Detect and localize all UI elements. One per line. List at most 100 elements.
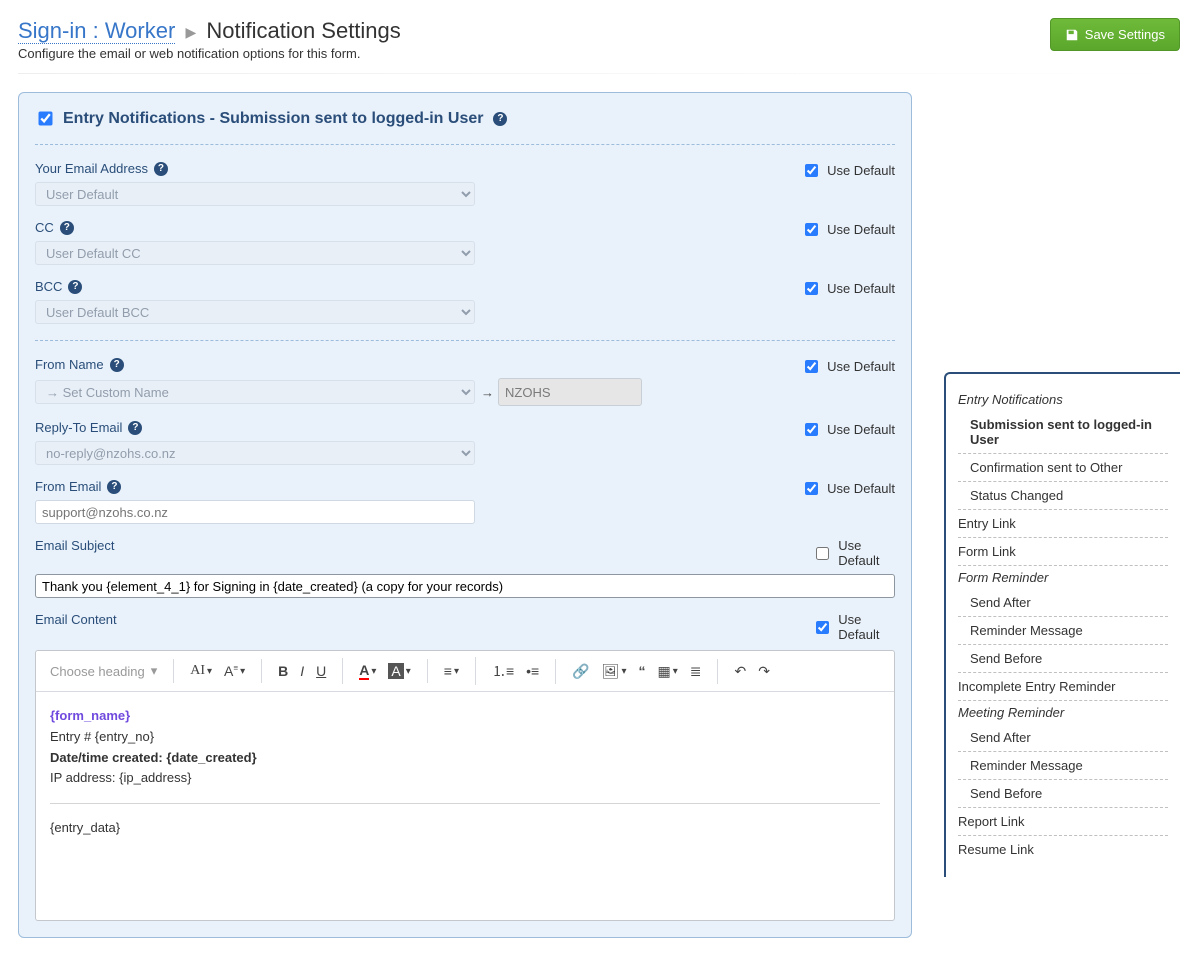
bold-button[interactable]: B <box>272 659 294 683</box>
sidebar-section-meeting-reminder: Meeting Reminder <box>958 701 1168 724</box>
sidebar-item[interactable]: Reminder Message <box>958 617 1168 645</box>
chevron-right-icon: ▶ <box>185 24 196 40</box>
editor-hr <box>50 803 880 804</box>
field-from-name: From Name ? → Set Custom Name → <box>35 357 895 406</box>
use-default-label: Use Default <box>827 222 895 237</box>
from-name-label: From Name <box>35 357 104 372</box>
help-icon[interactable]: ? <box>68 280 82 294</box>
editor-entry-data: {entry_data} <box>50 818 880 839</box>
table-button[interactable]: ▦▾ <box>651 659 683 684</box>
use-default-label: Use Default <box>827 281 895 296</box>
image-button[interactable]: 🖼▾ <box>596 659 633 684</box>
sidebar-item[interactable]: Confirmation sent to Other <box>958 454 1168 482</box>
divider <box>35 340 895 341</box>
header-divider <box>18 73 1180 74</box>
use-default-label: Use Default <box>838 538 895 568</box>
bcc-default-checkbox[interactable] <box>805 282 818 295</box>
reply-to-select[interactable]: no-reply@nzohs.co.nz <box>35 441 475 465</box>
help-icon[interactable]: ? <box>107 480 121 494</box>
undo-button[interactable]: ↶ <box>728 659 752 684</box>
heading-select[interactable]: Choose heading▾ <box>44 659 163 683</box>
from-name-select[interactable]: → Set Custom Name <box>35 380 475 404</box>
font-size-button[interactable]: A≡▾ <box>218 659 251 683</box>
link-button[interactable]: 🔗 <box>566 659 595 684</box>
use-default-label: Use Default <box>838 612 895 642</box>
sidebar-item[interactable]: Form Link <box>958 538 1168 566</box>
font-family-button[interactable]: AI▾ <box>184 659 218 683</box>
help-icon[interactable]: ? <box>493 112 507 126</box>
redo-button[interactable]: ↷ <box>752 659 776 684</box>
sidebar-item[interactable]: Entry Link <box>958 510 1168 538</box>
sidebar-item[interactable]: Report Link <box>958 808 1168 836</box>
underline-button[interactable]: U <box>310 659 332 683</box>
from-email-input[interactable] <box>35 500 475 524</box>
sidebar-section-form-reminder: Form Reminder <box>958 566 1168 589</box>
sidebar-item[interactable]: Send Before <box>958 645 1168 673</box>
panel-enable-checkbox[interactable] <box>38 111 52 125</box>
entry-notifications-panel: Entry Notifications - Submission sent to… <box>18 92 912 938</box>
help-icon[interactable]: ? <box>60 221 74 235</box>
sidebar-item[interactable]: Send After <box>958 724 1168 752</box>
reply-to-default-checkbox[interactable] <box>805 423 818 436</box>
field-subject: Email Subject Use Default <box>35 538 895 568</box>
editor-body[interactable]: {form_name} Entry # {entry_no} Date/time… <box>36 692 894 920</box>
sidebar-item[interactable]: Send Before <box>958 780 1168 808</box>
editor-date-prefix: Date/time created: <box>50 750 166 765</box>
save-button[interactable]: Save Settings <box>1050 18 1180 51</box>
italic-button[interactable]: I <box>294 659 310 683</box>
sidebar-item[interactable]: Submission sent to logged-in User <box>958 411 1168 454</box>
sidebar-item[interactable]: Incomplete Entry Reminder <box>958 673 1168 701</box>
field-email-address: Your Email Address ? User Default Use De… <box>35 161 895 206</box>
help-icon[interactable]: ? <box>128 421 142 435</box>
field-cc: CC ? User Default CC Use Default <box>35 220 895 265</box>
font-color-button[interactable]: A▾ <box>353 658 382 684</box>
align-button[interactable]: ≡▾ <box>438 659 465 683</box>
editor-entry-token: {entry_no} <box>95 729 154 744</box>
subject-input[interactable] <box>35 574 895 598</box>
editor-form-name: {form_name} <box>50 706 880 727</box>
rich-text-editor: Choose heading▾ AI▾ A≡▾ B I U A▾ A▾ <box>35 650 895 921</box>
content-default-checkbox[interactable] <box>816 621 829 634</box>
bulleted-list-button[interactable]: •≡ <box>520 659 545 683</box>
use-default-label: Use Default <box>827 481 895 496</box>
page-header: Sign-in : Worker ▶ Notification Settings… <box>18 18 1180 61</box>
from-email-default-checkbox[interactable] <box>805 482 818 495</box>
help-icon[interactable]: ? <box>110 358 124 372</box>
sidebar-item[interactable]: Status Changed <box>958 482 1168 510</box>
content-label: Email Content <box>35 612 117 627</box>
field-reply-to: Reply-To Email ? no-reply@nzohs.co.nz Us… <box>35 420 895 465</box>
cc-default-checkbox[interactable] <box>805 223 818 236</box>
page-subtitle: Configure the email or web notification … <box>18 46 401 61</box>
sections-sidebar: Entry Notifications Submission sent to l… <box>944 372 1180 877</box>
email-address-label: Your Email Address <box>35 161 148 176</box>
breadcrumb-link[interactable]: Sign-in : Worker <box>18 18 175 44</box>
help-icon[interactable]: ? <box>154 162 168 176</box>
numbered-list-button[interactable]: ⒈≡ <box>486 657 520 685</box>
field-from-email: From Email ? Use Default <box>35 479 895 524</box>
subject-default-checkbox[interactable] <box>816 547 829 560</box>
bcc-select[interactable]: User Default BCC <box>35 300 475 324</box>
from-name-default-checkbox[interactable] <box>805 360 818 373</box>
bcc-label: BCC <box>35 279 62 294</box>
page-title: Sign-in : Worker ▶ Notification Settings <box>18 18 401 44</box>
editor-ip-token: {ip_address} <box>119 770 191 785</box>
sidebar-item[interactable]: Resume Link <box>958 836 1168 863</box>
email-address-select[interactable]: User Default <box>35 182 475 206</box>
field-content: Email Content Use Default <box>35 612 895 642</box>
sidebar-item[interactable]: Send After <box>958 589 1168 617</box>
sidebar-item[interactable]: Reminder Message <box>958 752 1168 780</box>
outdent-button[interactable]: ≣ <box>684 659 708 684</box>
quote-button[interactable]: “ <box>632 659 651 683</box>
highlight-button[interactable]: A▾ <box>382 659 416 683</box>
cc-select[interactable]: User Default CC <box>35 241 475 265</box>
arrow-right-icon: → <box>481 385 494 400</box>
email-address-default-checkbox[interactable] <box>805 164 818 177</box>
panel-title: Entry Notifications - Submission sent to… <box>63 110 483 128</box>
editor-toolbar: Choose heading▾ AI▾ A≡▾ B I U A▾ A▾ <box>36 651 894 692</box>
field-bcc: BCC ? User Default BCC Use Default <box>35 279 895 324</box>
from-name-custom-input[interactable] <box>498 378 642 406</box>
page-title-tail: Notification Settings <box>206 18 400 43</box>
use-default-label: Use Default <box>827 163 895 178</box>
sidebar-section-entry-notifications: Entry Notifications <box>958 388 1168 411</box>
disk-icon <box>1065 28 1079 42</box>
